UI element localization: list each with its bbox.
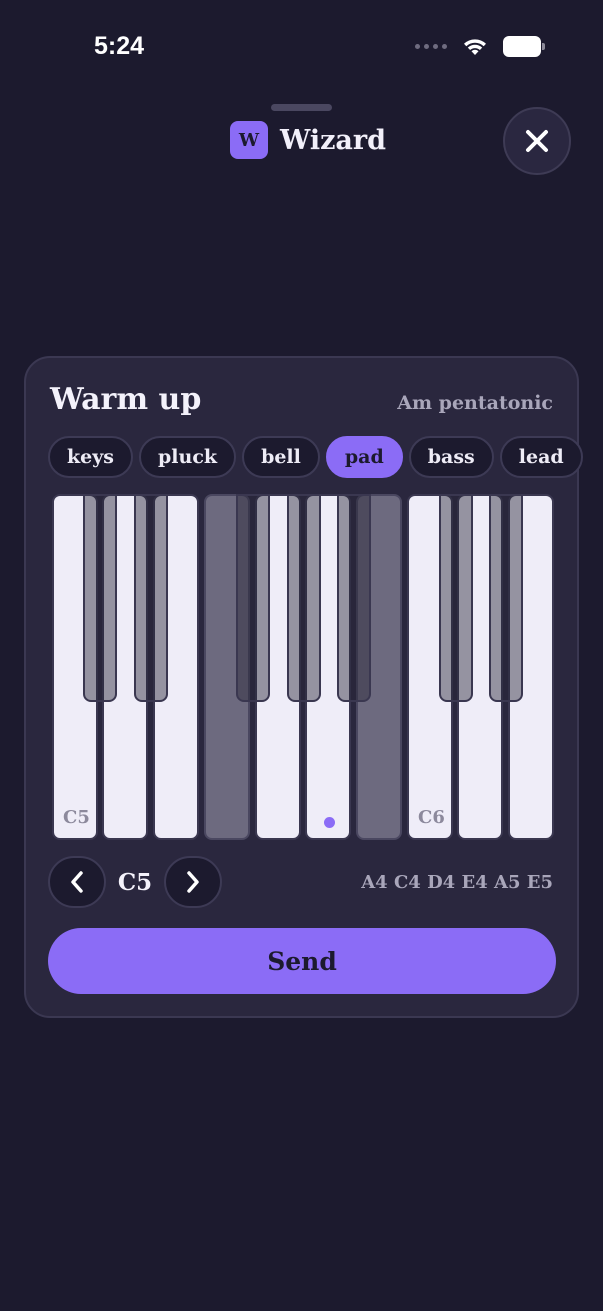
chip-bass[interactable]: bass [408, 436, 494, 478]
octave-selector: C5 [48, 856, 222, 908]
octave-down-button[interactable] [48, 856, 106, 908]
send-button[interactable]: Send [48, 928, 556, 994]
sheet-grabber[interactable] [271, 104, 332, 111]
key-label: C6 [418, 807, 445, 828]
instrument-chips: keys pluck bell pad bass lead [48, 436, 583, 478]
piano-keyboard: C5 C6 [50, 494, 554, 842]
active-note-dot [324, 817, 335, 828]
chip-lead[interactable]: lead [499, 436, 583, 478]
chevron-right-icon [187, 871, 199, 893]
black-key[interactable] [236, 494, 270, 702]
chip-pluck[interactable]: pluck [139, 436, 237, 478]
status-time: 5:24 [94, 32, 145, 60]
octave-value: C5 [117, 868, 153, 896]
chevron-left-icon [71, 871, 83, 893]
close-button[interactable] [503, 107, 571, 175]
scale-label: Am pentatonic [397, 392, 553, 414]
black-key[interactable] [287, 494, 321, 702]
close-icon [526, 130, 548, 152]
chip-bell[interactable]: bell [242, 436, 320, 478]
key-label: C5 [63, 807, 90, 828]
black-key[interactable] [489, 494, 523, 702]
notes-list: A4 C4 D4 E4 A5 E5 [361, 872, 553, 893]
black-key[interactable] [134, 494, 168, 702]
black-key[interactable] [439, 494, 473, 702]
signal-icon [415, 44, 447, 49]
card-title: Warm up [50, 382, 202, 417]
app-header: W Wizard [230, 121, 386, 159]
app-logo: W [230, 121, 268, 159]
black-key[interactable] [337, 494, 371, 702]
black-key[interactable] [83, 494, 117, 702]
battery-icon [503, 36, 545, 57]
app-name: Wizard [280, 124, 387, 156]
status-icons [415, 36, 545, 57]
octave-up-button[interactable] [164, 856, 222, 908]
warmup-card: Warm up Am pentatonic keys pluck bell pa… [24, 356, 583, 1018]
chip-pad[interactable]: pad [325, 436, 403, 478]
wifi-icon [461, 36, 489, 57]
chip-keys[interactable]: keys [48, 436, 133, 478]
